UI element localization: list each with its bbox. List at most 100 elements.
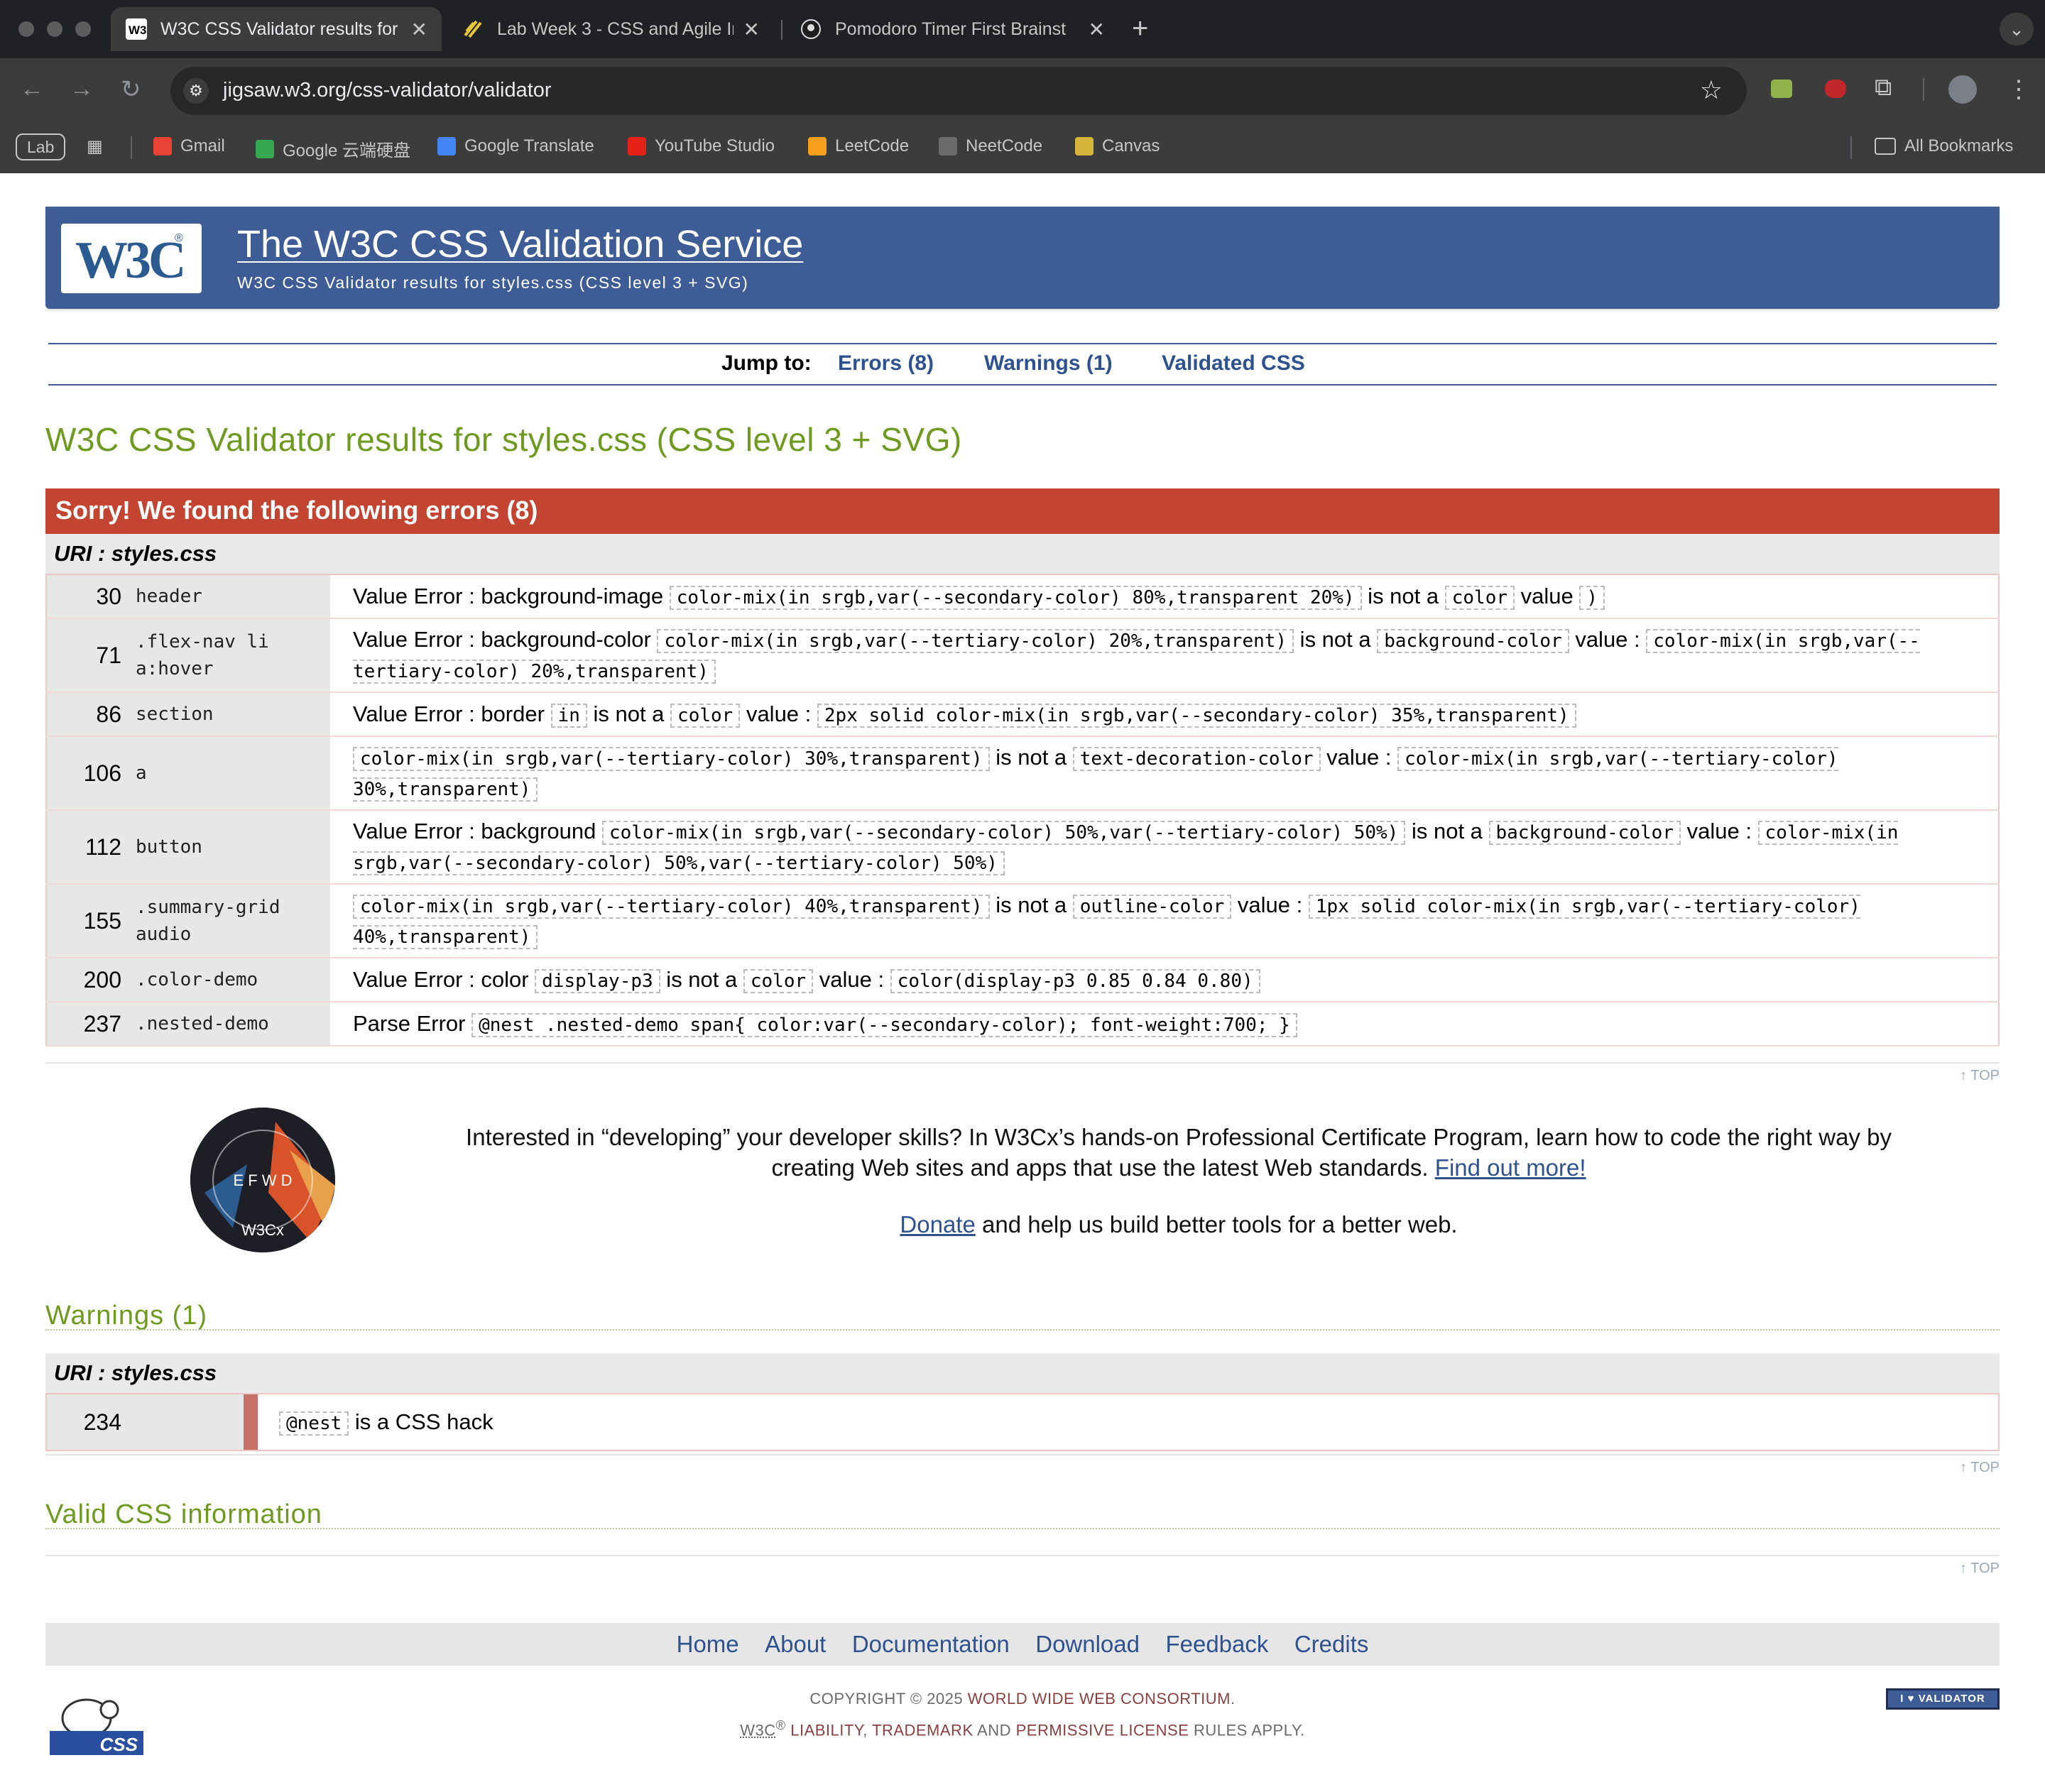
results-title: W3C CSS Validator results for styles.css…: [45, 421, 962, 458]
tab-pomodoro[interactable]: Pomodoro Timer First Brainst ✕: [785, 7, 1119, 51]
bookmark-gmail[interactable]: Gmail: [153, 136, 225, 156]
error-message: Value Error : border in is not a color v…: [330, 692, 1999, 737]
line-number: 200: [46, 958, 130, 1002]
extension-icon[interactable]: [1825, 80, 1846, 98]
jump-warnings-link[interactable]: Warnings (1): [984, 351, 1113, 376]
close-tab-icon[interactable]: ✕: [743, 18, 760, 41]
table-row: 155 .summary-grid audio color-mix(in srgb,…: [46, 884, 1999, 958]
footer-link-about[interactable]: About: [765, 1623, 826, 1666]
tab-lab-week-3[interactable]: Lab Week 3 - CSS and Agile In ✕: [447, 7, 774, 51]
table-row: 30 header Value Error : background-image c…: [46, 574, 1999, 619]
address-bar[interactable]: ⚙ jigsaw.w3.org/css-validator/validator …: [170, 67, 1747, 115]
top-link[interactable]: ↑ TOP: [1960, 1561, 2000, 1577]
table-row: 106 a color-mix(in srgb,var(--tertiary-col…: [46, 736, 1999, 811]
footer-link-download[interactable]: Download: [1035, 1623, 1140, 1666]
bookmark-neetcode[interactable]: NeetCode: [939, 136, 1042, 156]
google-drive-icon: [256, 139, 274, 158]
message-text: is not a: [660, 966, 743, 992]
consortium-link[interactable]: WORLD WIDE WEB CONSORTIUM: [968, 1690, 1231, 1708]
footer-link-credits[interactable]: Credits: [1294, 1623, 1369, 1666]
service-subtitle: W3C CSS Validator results for styles.css…: [237, 273, 749, 292]
footer-link-documentation[interactable]: Documentation: [852, 1623, 1010, 1666]
liability-link[interactable]: LIABILITY: [790, 1721, 863, 1739]
more-menu-icon[interactable]: ⋮: [2007, 75, 2031, 104]
bookmark-google-translate[interactable]: Google Translate: [437, 136, 594, 156]
top-link[interactable]: ↑ TOP: [1960, 1460, 2000, 1476]
code-snippet: 2px solid color-mix(in srgb,var(--second…: [817, 703, 1576, 728]
profile-avatar-icon[interactable]: [1948, 75, 1977, 104]
jump-to-nav: Jump to: Errors (8) Warnings (1) Validat…: [48, 343, 1997, 386]
trademark-link[interactable]: TRADEMARK: [872, 1721, 974, 1739]
divider: [45, 1528, 2000, 1529]
w3cx-fed-badge[interactable]: E F W D W3Cx: [190, 1108, 335, 1252]
license-link[interactable]: PERMISSIVE LICENSE: [1016, 1721, 1189, 1739]
warning-level-bar: [244, 1394, 258, 1450]
site-info-icon[interactable]: ⚙: [183, 78, 209, 104]
all-bookmarks[interactable]: All Bookmarks: [1875, 136, 2013, 156]
bookmark-star-icon[interactable]: ☆: [1700, 75, 1723, 105]
message-text: is not a: [1294, 627, 1378, 652]
divider: [45, 1329, 2000, 1331]
find-out-more-link[interactable]: Find out more!: [1435, 1154, 1586, 1181]
warning-text: is a CSS hack: [349, 1409, 493, 1434]
i-love-validator-badge[interactable]: I ♥ VALIDATOR: [1886, 1688, 2000, 1710]
footer-nav: Home About Documentation Download Feedba…: [45, 1623, 2000, 1666]
bookmark-youtube-studio[interactable]: YouTube Studio: [628, 136, 775, 156]
jump-errors-link[interactable]: Errors (8): [838, 351, 934, 376]
line-number: 112: [46, 810, 130, 885]
reload-icon[interactable]: ↻: [121, 75, 141, 104]
svg-text:W3: W3: [129, 23, 147, 37]
message-text: Value Error : color: [353, 966, 535, 992]
extensions-puzzle-icon[interactable]: ⧉: [1875, 74, 1892, 102]
url-text[interactable]: jigsaw.w3.org/css-validator/validator: [223, 79, 552, 102]
code-snippet: color-mix(in srgb,var(--tertiary-color) …: [657, 629, 1294, 653]
bookmark-label: LeetCode: [835, 136, 910, 155]
new-tab-icon[interactable]: +: [1132, 13, 1148, 45]
apps-grid-icon[interactable]: ▦: [87, 136, 103, 157]
minimize-window-button[interactable]: [47, 21, 62, 37]
warnings-table: 234 @nest is a CSS hack: [45, 1393, 2000, 1451]
code-snippet: color: [670, 703, 741, 728]
code-snippet: background-color: [1377, 629, 1569, 653]
service-title[interactable]: The W3C CSS Validation Service: [237, 222, 803, 266]
gmail-icon: [153, 137, 172, 155]
youtube-studio-icon: [628, 137, 646, 155]
code-snippet: @nest: [279, 1411, 349, 1436]
message-text: is not a: [587, 701, 671, 726]
valid-css-heading: Valid CSS information: [45, 1499, 322, 1529]
maximize-window-button[interactable]: [75, 21, 91, 37]
line-number: 71: [46, 618, 130, 693]
back-arrow-icon[interactable]: ←: [20, 75, 44, 103]
bookmark-label: NeetCode: [966, 136, 1043, 155]
jump-validated-css-link[interactable]: Validated CSS: [1162, 351, 1305, 376]
footer-link-feedback[interactable]: Feedback: [1165, 1623, 1268, 1666]
selector-cell: .color-demo: [130, 958, 330, 1002]
error-message: Value Error : color display-p3 is not a …: [330, 958, 1999, 1002]
message-text: value :: [740, 701, 817, 726]
registered-mark: ®: [175, 232, 183, 244]
bookmark-google-drive[interactable]: Google 云端硬盘: [256, 136, 410, 161]
profile-chip[interactable]: Lab: [16, 133, 66, 160]
forward-arrow-icon[interactable]: →: [70, 75, 94, 103]
canvas-icon: [1075, 137, 1094, 155]
css-sheep-logo[interactable]: CSS: [47, 1688, 143, 1757]
close-window-button[interactable]: [18, 21, 34, 37]
close-tab-icon[interactable]: ✕: [411, 18, 427, 41]
top-link[interactable]: ↑ TOP: [1960, 1068, 2000, 1084]
tab-search-chevron-icon[interactable]: ⌄: [2000, 13, 2034, 45]
bookmark-leetcode[interactable]: LeetCode: [808, 136, 909, 156]
table-row: 200 .color-demo Value Error : color displa…: [46, 958, 1999, 1002]
message-text: is not a: [989, 892, 1073, 917]
code-snippet: color-mix(in srgb,var(--secondary-color)…: [669, 585, 1362, 610]
code-snippet: color(display-p3 0.85 0.84 0.80): [890, 968, 1260, 993]
tab-w3c-validator[interactable]: W3 W3C CSS Validator results for ✕: [111, 7, 442, 51]
close-tab-icon[interactable]: ✕: [1089, 18, 1105, 41]
w3c-logo[interactable]: W3C ®: [61, 224, 202, 293]
github-favicon-icon: [800, 18, 822, 40]
bookmark-label: Canvas: [1102, 136, 1160, 155]
bookmark-canvas[interactable]: Canvas: [1075, 136, 1160, 156]
extension-icon[interactable]: [1771, 80, 1792, 98]
footer-link-home[interactable]: Home: [677, 1623, 739, 1666]
donate-link[interactable]: Donate: [900, 1211, 975, 1238]
code-snippet: @nest .nested-demo span{ color:var(--sec…: [471, 1012, 1297, 1037]
